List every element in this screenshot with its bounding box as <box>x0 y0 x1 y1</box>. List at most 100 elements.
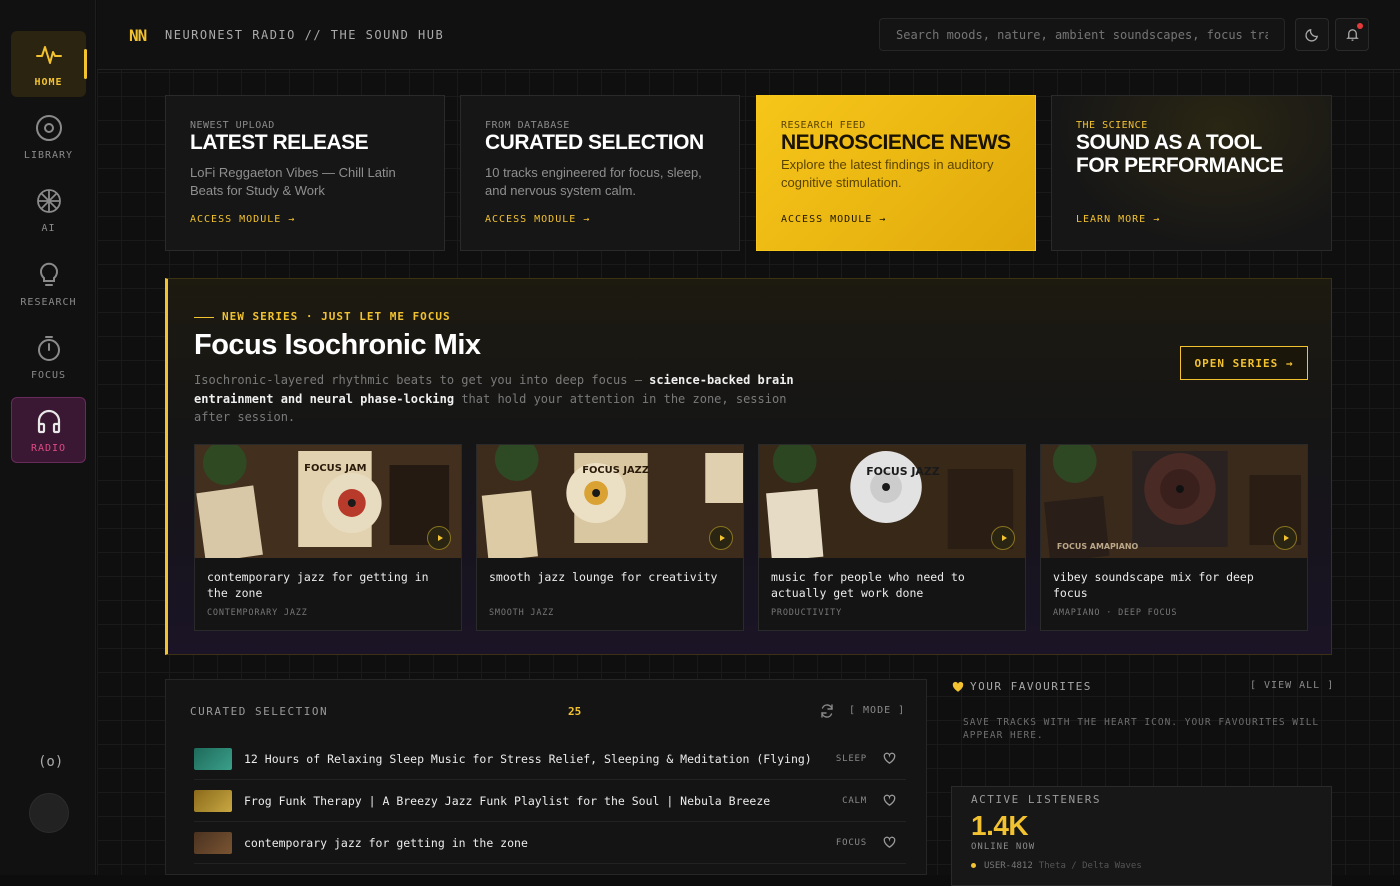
curated-heading: CURATED SELECTION <box>190 705 329 718</box>
card-kicker: RESEARCH FEED <box>781 120 866 131</box>
series-panel: NEW SERIES · JUST LET ME FOCUS Focus Iso… <box>165 278 1332 655</box>
sidebar: HOME LIBRARY AI RESEARCH FOCUS RADIO (o) <box>0 0 96 875</box>
notifications-button[interactable] <box>1335 18 1369 51</box>
notification-dot <box>1357 23 1363 29</box>
headphones-icon <box>37 409 60 433</box>
atom-icon <box>36 188 61 213</box>
heart-icon[interactable] <box>883 794 896 807</box>
nav-focus-label: FOCUS <box>30 369 67 381</box>
cover-text: FOCUS JAZZ <box>866 465 940 478</box>
disc-icon <box>35 114 62 141</box>
nav-ai[interactable]: AI <box>11 177 86 243</box>
play-button[interactable] <box>427 526 451 550</box>
card-neuroscience-news[interactable]: RESEARCH FEED NEUROSCIENCE NEWS Explore … <box>756 95 1036 251</box>
nav-radio[interactable]: RADIO <box>11 397 86 463</box>
track-thumbnail <box>194 831 232 854</box>
track-title: 12 Hours of Relaxing Sleep Music for Str… <box>244 751 812 766</box>
card-title: NEUROSCIENCE NEWS <box>781 131 1011 154</box>
card-title: SOUND AS A TOOL FOR PERFORMANCE <box>1076 131 1284 177</box>
open-series-button[interactable]: OPEN SERIES → <box>1180 346 1308 380</box>
track-card[interactable]: FOCUS JAZZ smooth jazz lounge for creati… <box>476 444 744 631</box>
series-tag: NEW SERIES · JUST LET ME FOCUS <box>194 310 451 323</box>
track-title: smooth jazz lounge for creativity <box>489 570 718 584</box>
nav-home-label: HOME <box>34 76 63 88</box>
active-listeners-panel: ACTIVE LISTENERS 1.4K ONLINE NOW USER-48… <box>951 786 1332 886</box>
track-cover: FOCUS AMAPIANO <box>1041 445 1307 558</box>
curated-selection-panel: CURATED SELECTION 25 [ MODE ] 12 Hours o… <box>165 679 927 875</box>
card-cta[interactable]: ACCESS MODULE → <box>781 214 886 225</box>
track-card[interactable]: FOCUS AMAPIANO vibey soundscape mix for … <box>1040 444 1308 631</box>
card-the-science[interactable]: THE SCIENCE SOUND AS A TOOL FOR PERFORMA… <box>1051 95 1332 251</box>
track-tag: SMOOTH JAZZ <box>489 608 555 618</box>
nav-library[interactable]: LIBRARY <box>11 104 86 170</box>
track-title: contemporary jazz for getting in the zon… <box>244 835 528 850</box>
card-curated-selection[interactable]: FROM DATABASE CURATED SELECTION 10 track… <box>460 95 740 251</box>
listener-row: USER-4812 Theta / Delta Waves <box>971 861 1312 871</box>
track-card[interactable]: FOCUS JAM contemporary jazz for getting … <box>194 444 462 631</box>
album-art-image: FOCUS AMAPIANO <box>1041 445 1307 558</box>
track-tag: CONTEMPORARY JAZZ <box>207 608 308 618</box>
pulse-icon <box>35 45 62 64</box>
listeners-count: 1.4K <box>971 810 1029 841</box>
nav-research[interactable]: RESEARCH <box>11 251 86 317</box>
album-art-image: FOCUS JAM <box>195 445 461 558</box>
card-cta[interactable]: LEARN MORE → <box>1076 214 1160 225</box>
series-title: Focus Isochronic Mix <box>194 329 481 361</box>
listener-wave: Theta / Delta Waves <box>1038 861 1142 871</box>
avatar[interactable] <box>29 793 69 833</box>
nav-home[interactable]: HOME <box>11 31 87 97</box>
track-card[interactable]: FOCUS JAZZ music for people who need to … <box>758 444 1026 631</box>
card-desc: 10 tracks engineered for focus, sleep, a… <box>485 165 702 198</box>
view-all-link[interactable]: [ VIEW ALL ] <box>1250 680 1334 691</box>
nav-library-label: LIBRARY <box>23 149 74 161</box>
list-item[interactable]: 12 Hours of Relaxing Sleep Music for Str… <box>194 738 906 780</box>
play-button[interactable] <box>991 526 1015 550</box>
logo[interactable]: NN <box>129 26 147 45</box>
favourites-heading: YOUR FAVOURITES <box>952 680 1092 693</box>
status-dot <box>971 863 976 868</box>
track-cover: FOCUS JAZZ <box>759 445 1025 558</box>
nav-research-label: RESEARCH <box>20 296 77 308</box>
cover-text: FOCUS JAZZ <box>582 465 649 476</box>
listener-user: USER-4812 <box>984 861 1033 871</box>
track-thumbnail <box>194 789 232 812</box>
track-thumbnail <box>194 747 232 770</box>
track-tag: PRODUCTIVITY <box>771 608 843 618</box>
track-tag: FOCUS <box>835 837 867 848</box>
track-tag: AMAPIANO · DEEP FOCUS <box>1053 608 1178 618</box>
play-button[interactable] <box>709 526 733 550</box>
curated-count: 25 <box>568 705 582 718</box>
track-title: Frog Funk Therapy | A Breezy Jazz Funk P… <box>244 793 771 808</box>
card-cta[interactable]: ACCESS MODULE → <box>190 214 295 225</box>
list-item[interactable]: contemporary jazz for getting in the zon… <box>194 822 906 864</box>
card-desc: LoFi Reggaeton Vibes — Chill Latin Beats… <box>190 165 396 198</box>
listeners-sub: ONLINE NOW <box>971 842 1036 852</box>
refresh-icon[interactable] <box>820 704 834 718</box>
brand-title: NEURONEST RADIO // THE SOUND HUB <box>165 28 445 42</box>
track-title: music for people who need to actually ge… <box>771 570 965 600</box>
track-title: vibey soundscape mix for deep focus <box>1053 570 1254 600</box>
track-title: contemporary jazz for getting in the zon… <box>207 570 429 600</box>
card-cta[interactable]: ACCESS MODULE → <box>485 214 590 225</box>
lightbulb-icon <box>39 262 58 286</box>
card-title: LATEST RELEASE <box>190 131 369 154</box>
mode-button[interactable]: [ MODE ] <box>849 705 905 716</box>
bell-icon <box>1345 29 1359 41</box>
track-tag: CALM <box>842 795 867 806</box>
main-area: NN NEURONEST RADIO // THE SOUND HUB NEWE… <box>97 0 1400 886</box>
album-art-image: FOCUS JAZZ <box>759 445 1025 558</box>
card-kicker: NEWEST UPLOAD <box>190 120 275 131</box>
favourites-empty-text: SAVE TRACKS WITH THE HEART ICON. YOUR FA… <box>963 717 1320 741</box>
broadcast-icon[interactable]: (o) <box>38 754 63 770</box>
theme-toggle-button[interactable] <box>1295 18 1329 51</box>
heart-icon <box>952 681 964 692</box>
heart-icon[interactable] <box>883 752 896 765</box>
heart-icon[interactable] <box>883 836 896 849</box>
list-item[interactable]: Frog Funk Therapy | A Breezy Jazz Funk P… <box>194 780 906 822</box>
cover-text: FOCUS AMAPIANO <box>1057 542 1139 551</box>
search-input[interactable] <box>879 18 1285 51</box>
nav-focus[interactable]: FOCUS <box>11 324 86 390</box>
nav-ai-label: AI <box>41 222 56 234</box>
play-button[interactable] <box>1273 526 1297 550</box>
card-latest-release[interactable]: NEWEST UPLOAD LATEST RELEASE LoFi Reggae… <box>165 95 445 251</box>
